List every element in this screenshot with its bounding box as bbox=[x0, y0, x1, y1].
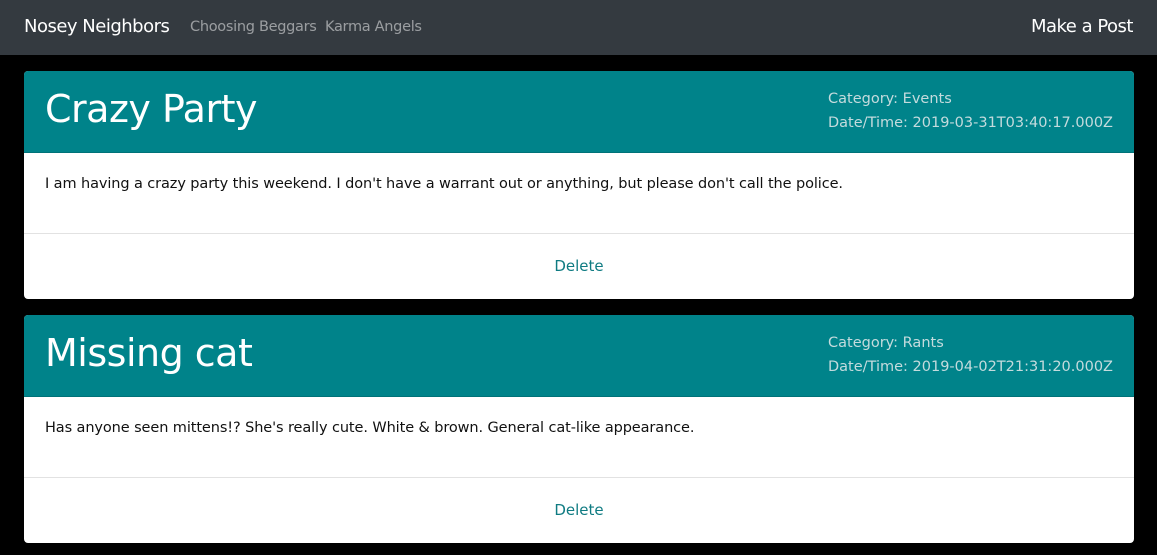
navbar: Nosey Neighbors Choosing Beggars Karma A… bbox=[0, 0, 1157, 55]
nav-link-karma-angels[interactable]: Karma Angels bbox=[325, 19, 422, 35]
post-category: Category: Events bbox=[828, 91, 952, 107]
post-category: Category: Rants bbox=[828, 335, 944, 351]
post-datetime: Date/Time: 2019-04-02T21:31:20.000Z bbox=[828, 359, 1113, 375]
brand-link[interactable]: Nosey Neighbors bbox=[24, 16, 170, 37]
delete-button[interactable]: Delete bbox=[24, 501, 1134, 519]
post-body: Has anyone seen mittens!? She's really c… bbox=[45, 420, 695, 436]
card-divider bbox=[24, 477, 1134, 478]
card-divider bbox=[24, 233, 1134, 234]
post-body: I am having a crazy party this weekend. … bbox=[45, 176, 843, 192]
post-datetime: Date/Time: 2019-03-31T03:40:17.000Z bbox=[828, 115, 1113, 131]
delete-button[interactable]: Delete bbox=[24, 257, 1134, 275]
post-card: Missing cat Category: Rants Date/Time: 2… bbox=[24, 315, 1134, 543]
post-card-header: Crazy Party Category: Events Date/Time: … bbox=[24, 71, 1134, 153]
post-title: Missing cat bbox=[45, 331, 253, 375]
post-card: Crazy Party Category: Events Date/Time: … bbox=[24, 71, 1134, 299]
post-meta: Category: Rants Date/Time: 2019-04-02T21… bbox=[828, 331, 1113, 379]
nav-link-choosing-beggars[interactable]: Choosing Beggars bbox=[190, 19, 317, 35]
post-card-header: Missing cat Category: Rants Date/Time: 2… bbox=[24, 315, 1134, 397]
post-meta: Category: Events Date/Time: 2019-03-31T0… bbox=[828, 87, 1113, 135]
make-post-link[interactable]: Make a Post bbox=[1031, 16, 1134, 37]
post-title: Crazy Party bbox=[45, 87, 257, 131]
